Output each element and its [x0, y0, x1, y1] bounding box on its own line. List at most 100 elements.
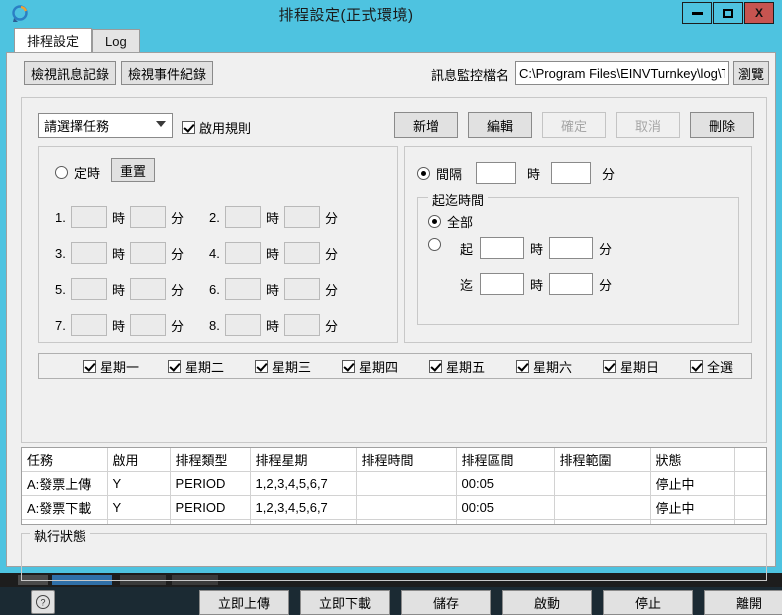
cell-task: A:發票上傳 [22, 471, 108, 496]
table-row[interactable]: A:發票上傳 Y PERIOD 1,2,3,4,5,6,7 00:05 停止中 [22, 471, 766, 496]
monitor-file-input[interactable] [515, 61, 729, 85]
table-row[interactable]: A:發票下載 Y PERIOD 1,2,3,4,5,6,7 00:05 停止中 [22, 495, 766, 520]
schedule-table[interactable]: 任務 啟用 排程類型 排程星期 排程時間 排程區間 排程範圍 狀態 A:發票上傳 [21, 447, 767, 525]
checkbox-icon [516, 359, 529, 373]
minute-unit: 分 [599, 277, 613, 293]
minimize-button[interactable] [682, 2, 712, 24]
column-header-schedule-time[interactable]: 排程時間 [356, 448, 457, 472]
task-select[interactable]: 請選擇任務 [38, 113, 173, 138]
view-message-log-button[interactable]: 檢視訊息記錄 [24, 61, 116, 85]
minute-input[interactable] [284, 242, 321, 264]
add-rule-button[interactable]: 新增 [394, 112, 458, 138]
hour-input[interactable] [71, 278, 107, 300]
exit-button[interactable]: 離開 [704, 590, 782, 615]
minute-unit: 分 [171, 246, 185, 262]
weekday-checkbox-saturday[interactable]: 星期六 [516, 357, 572, 376]
cell-extra [734, 495, 766, 520]
weekday-checkbox-sunday[interactable]: 星期日 [603, 357, 659, 376]
table-row[interactable] [22, 519, 766, 524]
hour-unit: 時 [112, 282, 126, 298]
stop-button[interactable]: 停止 [603, 590, 693, 615]
row-index: 1. [55, 209, 66, 225]
view-event-log-button[interactable]: 檢視事件紀錄 [121, 61, 213, 85]
tab-log[interactable]: Log [92, 29, 140, 52]
checkbox-icon [83, 359, 96, 373]
weekday-label: 星期四 [359, 359, 399, 375]
hour-input[interactable] [71, 314, 107, 336]
column-header-enabled[interactable]: 啟用 [107, 448, 171, 472]
fixed-time-row: 8. 時 分 [209, 313, 343, 337]
weekday-label: 星期一 [100, 359, 140, 375]
save-button[interactable]: 儲存 [401, 590, 491, 615]
monitor-file-label: 訊息監控檔名 [431, 68, 510, 83]
from-minute-input[interactable] [549, 237, 594, 259]
application-window: 排程設定(正式環境) X 排程設定 Log 檢視訊息記錄 檢視事件紀錄 訊息監控… [0, 0, 782, 615]
weekday-checkbox-monday[interactable]: 星期一 [83, 357, 139, 376]
hour-unit: 時 [112, 318, 126, 334]
hour-unit: 時 [266, 318, 280, 334]
minute-unit: 分 [325, 210, 339, 226]
all-time-radio[interactable]: 全部 [428, 212, 473, 231]
from-hour-input[interactable] [480, 237, 524, 259]
hour-input[interactable] [225, 278, 261, 300]
title-bar[interactable]: 排程設定(正式環境) X [6, 0, 776, 28]
tab-schedule-settings[interactable]: 排程設定 [14, 28, 93, 52]
interval-hour-input[interactable] [476, 162, 517, 184]
close-button[interactable]: X [744, 2, 774, 24]
help-button[interactable]: ? [31, 590, 55, 614]
hour-unit: 時 [527, 166, 541, 182]
from-label: 起 [460, 241, 474, 257]
browse-button[interactable]: 瀏覽 [733, 61, 769, 85]
fixed-time-radio[interactable]: 定時 [55, 163, 100, 182]
column-header-status[interactable]: 狀態 [650, 448, 735, 472]
column-header-extra[interactable] [734, 448, 766, 472]
custom-range-radio[interactable] [428, 238, 441, 251]
help-icon: ? [36, 595, 50, 609]
start-button[interactable]: 啟動 [502, 590, 592, 615]
minute-input[interactable] [284, 278, 321, 300]
minute-input[interactable] [130, 278, 167, 300]
row-index: 3. [55, 245, 66, 261]
minute-input[interactable] [130, 206, 167, 228]
weekday-checkbox-tuesday[interactable]: 星期二 [168, 357, 224, 376]
minute-input[interactable] [284, 314, 321, 336]
hour-input[interactable] [225, 206, 261, 228]
interval-radio[interactable]: 間隔 時 分 [417, 162, 620, 184]
hour-unit: 時 [112, 210, 126, 226]
edit-rule-button[interactable]: 編輯 [468, 112, 532, 138]
to-minute-input[interactable] [549, 273, 594, 295]
column-header-schedule-weekdays[interactable]: 排程星期 [250, 448, 357, 472]
cell-enabled [107, 519, 171, 524]
execution-status-title: 執行狀態 [30, 526, 91, 545]
enable-rule-checkbox[interactable]: 啟用規則 [182, 118, 251, 137]
column-header-schedule-interval[interactable]: 排程區間 [456, 448, 555, 472]
hour-input[interactable] [225, 314, 261, 336]
execution-status-group: 執行狀態 [21, 526, 767, 581]
column-header-task[interactable]: 任務 [22, 448, 108, 472]
upload-now-button[interactable]: 立即上傳 [199, 590, 289, 615]
minute-input[interactable] [284, 206, 321, 228]
weekday-checkbox-friday[interactable]: 星期五 [429, 357, 485, 376]
column-header-schedule-type[interactable]: 排程類型 [170, 448, 251, 472]
download-now-button[interactable]: 立即下載 [300, 590, 390, 615]
cell-schedule-weekdays: 1,2,3,4,5,6,7 [250, 495, 357, 520]
hour-input[interactable] [225, 242, 261, 264]
weekday-checkbox-thursday[interactable]: 星期四 [342, 357, 398, 376]
hour-input[interactable] [71, 242, 107, 264]
maximize-button[interactable] [713, 2, 743, 24]
column-header-schedule-range[interactable]: 排程範圍 [554, 448, 651, 472]
cell-schedule-type: PERIOD [170, 471, 251, 496]
interval-minute-input[interactable] [551, 162, 592, 184]
weekday-checkbox-wednesday[interactable]: 星期三 [255, 357, 311, 376]
minute-input[interactable] [130, 314, 167, 336]
reset-button[interactable]: 重置 [111, 158, 155, 182]
weekday-checkbox-select-all[interactable]: 全選 [690, 357, 733, 376]
fixed-time-row: 1. 時 分 [55, 205, 189, 229]
minute-input[interactable] [130, 242, 167, 264]
fixed-time-row: 6. 時 分 [209, 277, 343, 301]
to-label: 迄 [460, 277, 474, 293]
delete-rule-button[interactable]: 刪除 [690, 112, 754, 138]
hour-input[interactable] [71, 206, 107, 228]
to-hour-input[interactable] [480, 273, 524, 295]
cell-schedule-weekdays [250, 519, 357, 524]
